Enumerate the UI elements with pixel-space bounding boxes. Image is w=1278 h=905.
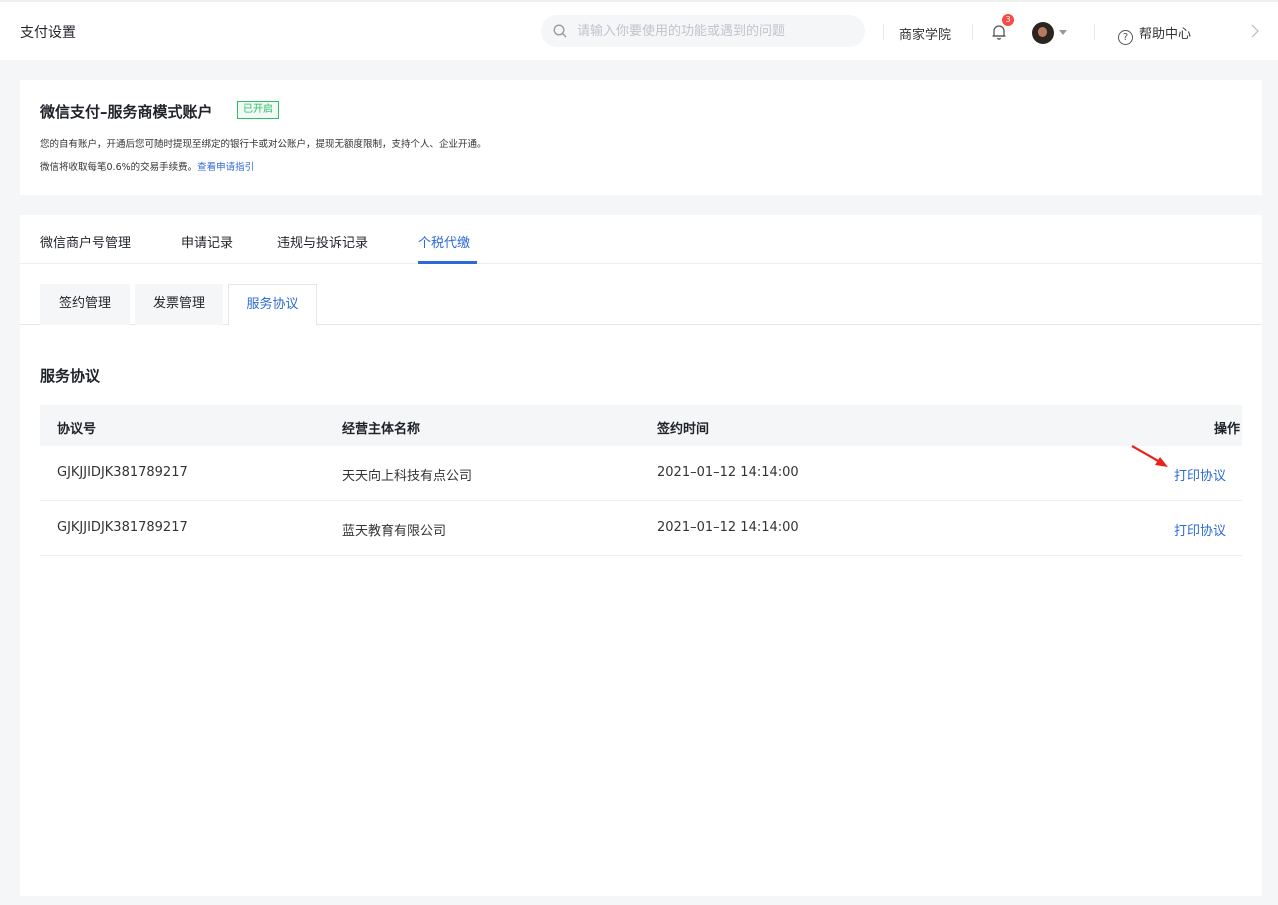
account-card: 微信支付–服务商模式账户 已开启 您的自有账户，开通后您可随时提现至绑定的银行卡… (20, 80, 1262, 195)
help-center-label: 帮助中心 (1139, 27, 1192, 42)
table-row: GJKJJIDJK381789217 蓝天教育有限公司 2021–01–12 1… (40, 501, 1242, 556)
chevron-down-icon[interactable] (1059, 30, 1067, 35)
agreement-id: GJKJJIDJK381789217 (57, 465, 188, 480)
column-header: 签约时间 (657, 422, 710, 437)
account-description: 您的自有账户，开通后您可随时提现至绑定的银行卡或对公账户，提现无额度限制，支持个… (40, 139, 487, 150)
status-badge: 已开启 (237, 101, 279, 119)
tab-tax-payment[interactable]: 个税代缴 (418, 232, 470, 251)
account-title: 微信支付–服务商模式账户 (40, 103, 213, 121)
notification-badge: 3 (1002, 14, 1014, 26)
tab-invoice-management[interactable]: 发票管理 (135, 284, 223, 325)
application-guide-link[interactable]: 查看申请指引 (197, 162, 254, 173)
page-title: 支付设置 (20, 25, 76, 41)
search-input[interactable] (577, 15, 857, 47)
column-header: 协议号 (57, 422, 97, 437)
sign-time: 2021–01–12 14:14:00 (657, 520, 799, 535)
tab-wechat-merchant[interactable]: 微信商户号管理 (40, 232, 131, 251)
column-header: 操作 (1213, 422, 1240, 437)
annotation-arrow-icon (1131, 445, 1168, 467)
chevron-right-icon[interactable] (1250, 22, 1260, 40)
sub-tabs: 签约管理 发票管理 服务协议 (20, 284, 1262, 326)
help-center-link[interactable]: ? 帮助中心 (1118, 23, 1191, 45)
divider (883, 24, 884, 40)
entity-name: 蓝天教育有限公司 (342, 524, 447, 539)
agreement-id: GJKJJIDJK381789217 (57, 520, 188, 535)
divider (972, 24, 973, 40)
divider (1094, 24, 1095, 40)
table-header: 协议号 经营主体名称 签约时间 操作 (40, 405, 1242, 446)
merchant-academy-link[interactable]: 商家学院 (899, 24, 951, 43)
sign-time: 2021–01–12 14:14:00 (657, 465, 799, 480)
main-tabs: 微信商户号管理 申请记录 违规与投诉记录 个税代缴 (20, 215, 1262, 264)
column-header: 经营主体名称 (342, 422, 421, 437)
account-fee-note: 微信将收取每笔0.6%的交易手续费。查看申请指引 (40, 159, 254, 173)
entity-name: 天天向上科技有点公司 (342, 469, 473, 484)
search-icon (553, 24, 567, 38)
print-agreement-link[interactable]: 打印协议 (1174, 465, 1226, 484)
tab-service-agreement[interactable]: 服务协议 (228, 284, 317, 326)
main-card: 微信商户号管理 申请记录 违规与投诉记录 个税代缴 签约管理 发票管理 服务协议… (20, 215, 1262, 896)
tab-violation-records[interactable]: 违规与投诉记录 (277, 232, 368, 251)
active-tab-indicator (418, 261, 477, 264)
section-title: 服务协议 (40, 367, 101, 385)
top-bar: 支付设置 商家学院 3 ? 帮助中心 (0, 0, 1278, 60)
search-box[interactable] (541, 15, 865, 47)
fee-text: 微信将收取每笔0.6%的交易手续费。 (40, 162, 198, 173)
question-icon: ? (1118, 30, 1133, 45)
table-row: GJKJJIDJK381789217 天天向上科技有点公司 2021–01–12… (40, 446, 1242, 501)
tab-contract-management[interactable]: 签约管理 (40, 284, 130, 325)
print-agreement-link[interactable]: 打印协议 (1174, 520, 1226, 539)
avatar[interactable] (1032, 22, 1054, 44)
tab-application-records[interactable]: 申请记录 (181, 232, 233, 251)
